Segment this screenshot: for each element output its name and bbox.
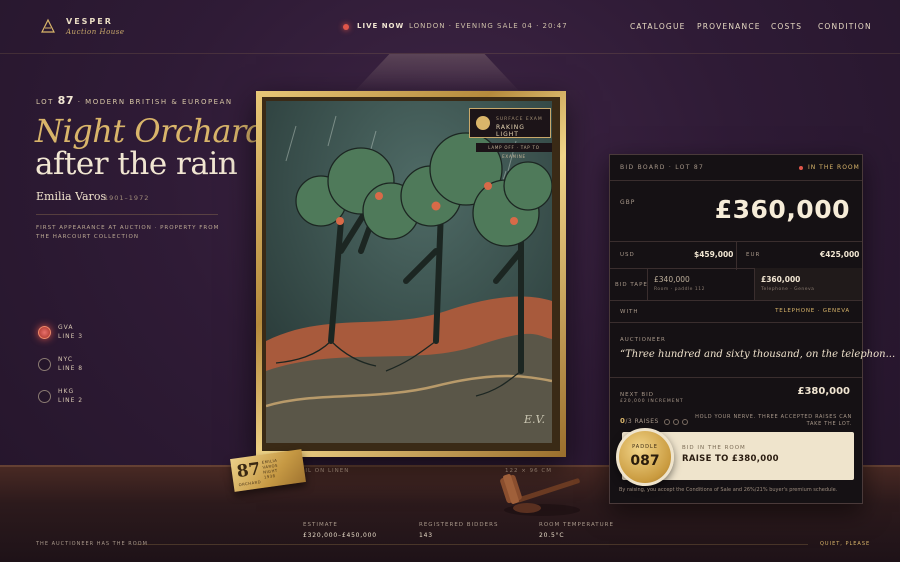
with-value: TELEPHONE · GENEVA (775, 308, 850, 314)
bidders-value: 143 (419, 532, 433, 539)
nav-catalogue[interactable]: CATALOGUE (630, 22, 686, 31)
bid-board-header: BID BOARD · LOT 87 IN THE ROOM (610, 155, 862, 181)
raise-slot-icon (673, 418, 680, 425)
usd-label: USD (620, 252, 635, 258)
nav-costs[interactable]: COSTS (771, 22, 802, 31)
raking-light-button[interactable]: SURFACE EXAM RAKING LIGHT (469, 108, 551, 138)
lot-heading: LOT 87 · MODERN BRITISH & EUROPEAN (36, 94, 233, 107)
footer-status: THE AUCTIONEER HAS THE ROOM (36, 541, 148, 547)
tape-amount: £340,000 (654, 275, 690, 284)
bid-tape-label: BID TAPE (615, 282, 648, 288)
divider (736, 242, 737, 270)
line-idle-icon (38, 390, 51, 403)
line-city: GVA (58, 324, 74, 331)
painting-monogram: E.V. (523, 413, 545, 426)
artist-dates: 1901–1972 (104, 194, 150, 202)
bidders-label: REGISTERED BIDDERS (419, 522, 499, 528)
lot-category: · MODERN BRITISH & EUROPEAN (77, 98, 233, 106)
bidder-paddle[interactable]: PADDLE 087 (616, 428, 674, 486)
top-bar: VESPER Auction House LIVE NOW LONDON · E… (0, 0, 900, 54)
bid-location: IN THE ROOM (808, 164, 860, 171)
increment-label: £20,000 INCREMENT (620, 399, 684, 404)
line-city: NYC (58, 356, 74, 363)
footer-quiet: QUIET, PLEASE (820, 541, 871, 547)
line-number: LINE 2 (58, 397, 84, 404)
phone-line-hkg[interactable]: HKG LINE 2 (38, 387, 118, 407)
temperature-label: ROOM TEMPERATURE (539, 522, 614, 528)
brand-subtitle: Auction House (66, 28, 125, 36)
tape-source: Room · paddle 112 (654, 287, 705, 292)
live-status: LIVE NOW (357, 22, 405, 30)
paddle-label: PADDLE (632, 444, 658, 450)
artwork-title-line1: Night Orchard, (35, 112, 276, 150)
line-idle-icon (38, 358, 51, 371)
gavel-icon[interactable] (497, 462, 587, 522)
line-active-icon (38, 326, 51, 339)
hold-nerve-note: HOLD YOUR NERVE. THREE ACCEPTED RAISES C… (695, 414, 852, 427)
plaque-year: 1938 (263, 473, 276, 480)
next-bid-label: NEXT BID (620, 392, 654, 398)
provenance-note: FIRST APPEARANCE AT AUCTION · PROPERTY F… (36, 225, 220, 240)
phone-line-nyc[interactable]: NYC LINE 8 (38, 355, 118, 375)
phone-line-gva[interactable]: GVA LINE 3 (38, 323, 118, 343)
cta-action: RAISE TO £380,000 (682, 454, 779, 464)
lamp-icon (476, 116, 490, 130)
tape-entry: £340,000 Room · paddle 112 (647, 268, 754, 300)
auctioneer-quote: “Three hundred and sixty thousand, on th… (620, 349, 896, 360)
nav-provenance[interactable]: PROVENANCE (697, 22, 761, 31)
exam-label: SURFACE EXAM (496, 117, 543, 122)
currency-label: GBP (620, 199, 636, 206)
lot-label: LOT (36, 98, 54, 106)
brand-name[interactable]: VESPER (66, 17, 113, 26)
lot-number: 87 (57, 94, 74, 107)
cta-label: BID IN THE ROOM (682, 445, 746, 451)
tape-source: Telephone · Geneva (761, 287, 815, 292)
tape-amount: £360,000 (761, 275, 801, 284)
sale-info: LONDON · EVENING SALE 04 · 20:47 (409, 22, 568, 30)
paddle-number: 087 (630, 453, 660, 469)
eur-value: €425,000 (820, 250, 860, 259)
current-bid: £360,000 (714, 195, 850, 224)
divider (36, 214, 218, 215)
terms-notice[interactable]: By raising, you accept the Conditions of… (619, 487, 837, 493)
conversion-row: USD $459,000 EUR €425,000 (610, 241, 862, 270)
raise-slot-icon (664, 418, 671, 425)
medium-label: OIL ON LINEN (300, 468, 350, 474)
estimate-label: ESTIMATE (303, 522, 338, 528)
line-number: LINE 3 (58, 333, 84, 340)
tape-entry-latest: £360,000 Telephone · Geneva (754, 268, 862, 300)
line-city: HKG (58, 388, 75, 395)
auctioneer-label: AUCTIONEER (620, 337, 666, 343)
live-indicator-icon (343, 24, 349, 30)
artist-name[interactable]: Emilia Varos (36, 190, 106, 203)
artwork-title-line2: after the rain (35, 146, 238, 182)
ceiling-spotlight (352, 54, 522, 94)
raises-total: /3 RAISES (625, 418, 659, 425)
exam-mode: RAKING LIGHT (496, 124, 525, 138)
bid-board-title: BID BOARD · LOT 87 (620, 164, 705, 171)
raises-counter: 0/3 RAISES (620, 417, 689, 425)
raise-slot-icon (682, 418, 689, 425)
next-bid-amount: £380,000 (797, 386, 850, 397)
line-number: LINE 8 (58, 365, 84, 372)
lamp-toggle-hint[interactable]: LAMP OFF · TAP TO EXAMINE (476, 143, 552, 159)
eur-label: EUR (746, 252, 761, 258)
usd-value: $459,000 (694, 250, 734, 259)
footer-rule (136, 544, 808, 545)
with-label: WITH (620, 309, 639, 315)
nav-condition[interactable]: CONDITION (818, 22, 872, 31)
room-dot-icon (799, 166, 803, 170)
vesper-logo-icon (41, 18, 55, 33)
temperature-value: 20.5°C (539, 532, 565, 539)
estimate-value: £320,000–£450,000 (303, 532, 377, 539)
